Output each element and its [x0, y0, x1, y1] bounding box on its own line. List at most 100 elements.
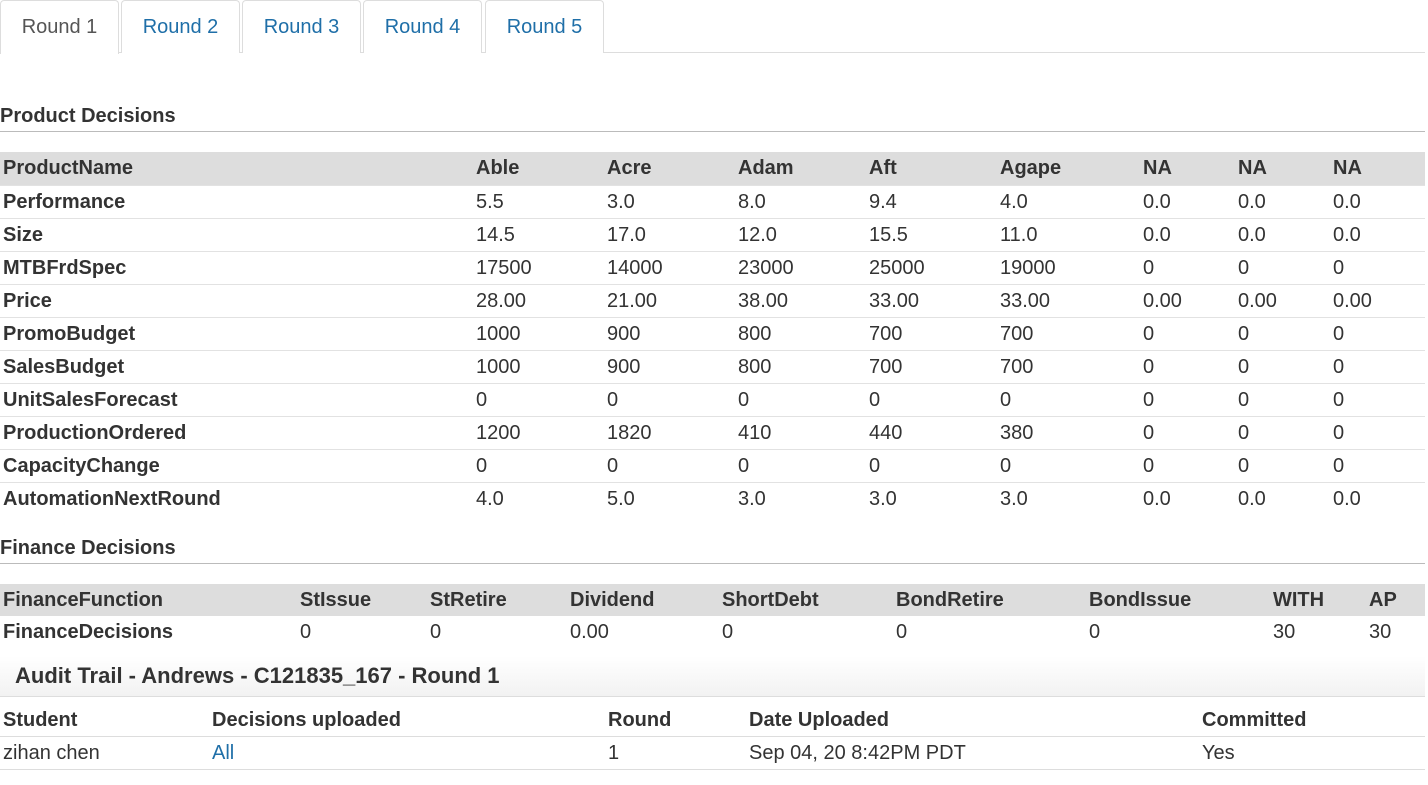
- table-cell: 0: [1140, 317, 1235, 351]
- table-cell: 900: [604, 317, 735, 351]
- finance-decisions-table: FinanceFunction StIssue StRetire Dividen…: [0, 584, 1425, 648]
- table-row: PromoBudget 1000 900 800 700 700 0 0 0: [0, 317, 1425, 351]
- table-cell: 4.0: [473, 482, 604, 515]
- table-cell: 0.0: [1330, 185, 1425, 219]
- table-row: CapacityChange 0 0 0 0 0 0 0 0: [0, 449, 1425, 483]
- table-cell: 0: [604, 449, 735, 483]
- table-cell: 0: [1330, 416, 1425, 450]
- table-cell: 0: [1089, 620, 1101, 643]
- table-cell: 3.0: [866, 482, 997, 515]
- table-cell: 440: [866, 416, 997, 450]
- table-cell: 0: [735, 449, 866, 483]
- header-cell: WITH: [1273, 588, 1325, 611]
- header-cell: NA: [1333, 157, 1362, 179]
- header-cell: NA: [1143, 157, 1172, 179]
- table-cell: 1000: [473, 317, 604, 351]
- table-cell: 1200: [473, 416, 604, 450]
- table-cell: 900: [604, 350, 735, 384]
- table-cell: 23000: [735, 251, 866, 285]
- table-cell: 30: [1273, 620, 1296, 643]
- table-cell: 21.00: [604, 284, 735, 318]
- table-cell: 0: [1140, 416, 1235, 450]
- table-cell: 33.00: [866, 284, 997, 318]
- product-decisions-table: ProductName Able Acre Adam Aft Agape NA …: [0, 152, 1425, 515]
- header-cell: StIssue: [300, 588, 372, 611]
- table-row: MTBFrdSpec 17500 14000 23000 25000 19000 0 0 0: [0, 251, 1425, 285]
- header-cell: ProductName: [3, 157, 134, 179]
- table-cell: 38.00: [735, 284, 866, 318]
- audit-trail-title: Audit Trail - Andrews - C121835_167 - Ro…: [0, 656, 1425, 697]
- table-cell: 0: [997, 449, 1140, 483]
- table-cell: 8.0: [735, 185, 866, 219]
- header-cell: NA: [1238, 157, 1267, 179]
- table-row: FinanceDecisions 0 0 0.00 0 0 0 30 30: [0, 616, 1425, 648]
- table-cell: 0.00: [570, 620, 609, 643]
- table-cell: 0: [1235, 416, 1330, 450]
- table-row: SalesBudget 1000 900 800 700 700 0 0 0: [0, 350, 1425, 384]
- table-cell: 0.0: [1140, 185, 1235, 219]
- row-label-cell: ProductionOrdered: [0, 416, 473, 450]
- finance-header-row: FinanceFunction StIssue StRetire Dividen…: [0, 584, 1425, 616]
- audit-header-row: Student Decisions uploaded Round Date Up…: [0, 704, 1425, 737]
- decisions-uploaded-link[interactable]: All: [212, 742, 234, 764]
- table-cell: 0: [473, 449, 604, 483]
- table-cell: 0.0: [1235, 482, 1330, 515]
- table-cell: 9.4: [866, 185, 997, 219]
- audit-trail-table: Student Decisions uploaded Round Date Up…: [0, 704, 1425, 770]
- tab-round-4[interactable]: Round 4: [363, 0, 482, 53]
- table-cell: 4.0: [997, 185, 1140, 219]
- table-cell: 0.00: [1140, 284, 1235, 318]
- table-cell: 0.0: [1140, 218, 1235, 252]
- table-cell: 30: [1369, 620, 1392, 643]
- header-cell: Acre: [607, 157, 652, 179]
- tab-round-2[interactable]: Round 2: [121, 0, 240, 53]
- table-cell: 12.0: [735, 218, 866, 252]
- tab-round-5[interactable]: Round 5: [485, 0, 604, 53]
- table-cell: 0: [1140, 350, 1235, 384]
- table-cell: 0: [1140, 383, 1235, 417]
- table-cell: 0: [866, 449, 997, 483]
- table-row: AutomationNextRound 4.0 5.0 3.0 3.0 3.0 0.0 0.0…: [0, 482, 1425, 515]
- header-cell: Agape: [1000, 157, 1062, 179]
- row-label-cell: FinanceDecisions: [3, 620, 174, 643]
- table-cell: 33.00: [997, 284, 1140, 318]
- header-cell: Committed: [1199, 704, 1425, 737]
- table-cell: 700: [997, 317, 1140, 351]
- table-cell: 0: [300, 620, 312, 643]
- tab-round-1[interactable]: Round 1: [0, 0, 119, 54]
- table-cell: 5.5: [473, 185, 604, 219]
- table-cell: 380: [997, 416, 1140, 450]
- date-uploaded-cell: Sep 04, 20 8:42PM PDT: [746, 736, 1199, 770]
- row-label-cell: SalesBudget: [0, 350, 473, 384]
- table-cell: 0: [1330, 251, 1425, 285]
- table-cell: 700: [866, 317, 997, 351]
- header-cell: BondRetire: [896, 588, 1004, 611]
- table-cell: 700: [866, 350, 997, 384]
- table-cell: 800: [735, 317, 866, 351]
- table-cell: 11.0: [997, 218, 1140, 252]
- table-cell: 3.0: [604, 185, 735, 219]
- table-cell: 0: [866, 383, 997, 417]
- header-cell: Student: [0, 704, 209, 737]
- table-cell: 0: [1330, 350, 1425, 384]
- table-row: Performance 5.5 3.0 8.0 9.4 4.0 0.0 0.0 0.0: [0, 185, 1425, 219]
- product-header-row: ProductName Able Acre Adam Aft Agape NA …: [0, 152, 1425, 186]
- table-row: UnitSalesForecast 0 0 0 0 0 0 0 0: [0, 383, 1425, 417]
- row-label-cell: Price: [0, 284, 473, 318]
- table-row: zihan chen All 1 Sep 04, 20 8:42PM PDT Y…: [0, 736, 1425, 770]
- table-cell: 0: [722, 620, 734, 643]
- table-cell: 0: [604, 383, 735, 417]
- table-cell: 0: [1140, 251, 1235, 285]
- product-decisions-title: Product Decisions: [0, 105, 1425, 132]
- decisions-uploaded-cell: All: [209, 736, 605, 770]
- table-cell: 14.5: [473, 218, 604, 252]
- header-cell: Aft: [869, 157, 897, 179]
- table-cell: 0: [1235, 449, 1330, 483]
- table-cell: 0.0: [1140, 482, 1235, 515]
- tab-round-3[interactable]: Round 3: [242, 0, 361, 53]
- table-cell: 25000: [866, 251, 997, 285]
- table-cell: 28.00: [473, 284, 604, 318]
- table-cell: 3.0: [735, 482, 866, 515]
- header-cell: StRetire: [430, 588, 507, 611]
- header-cell: Able: [476, 157, 520, 179]
